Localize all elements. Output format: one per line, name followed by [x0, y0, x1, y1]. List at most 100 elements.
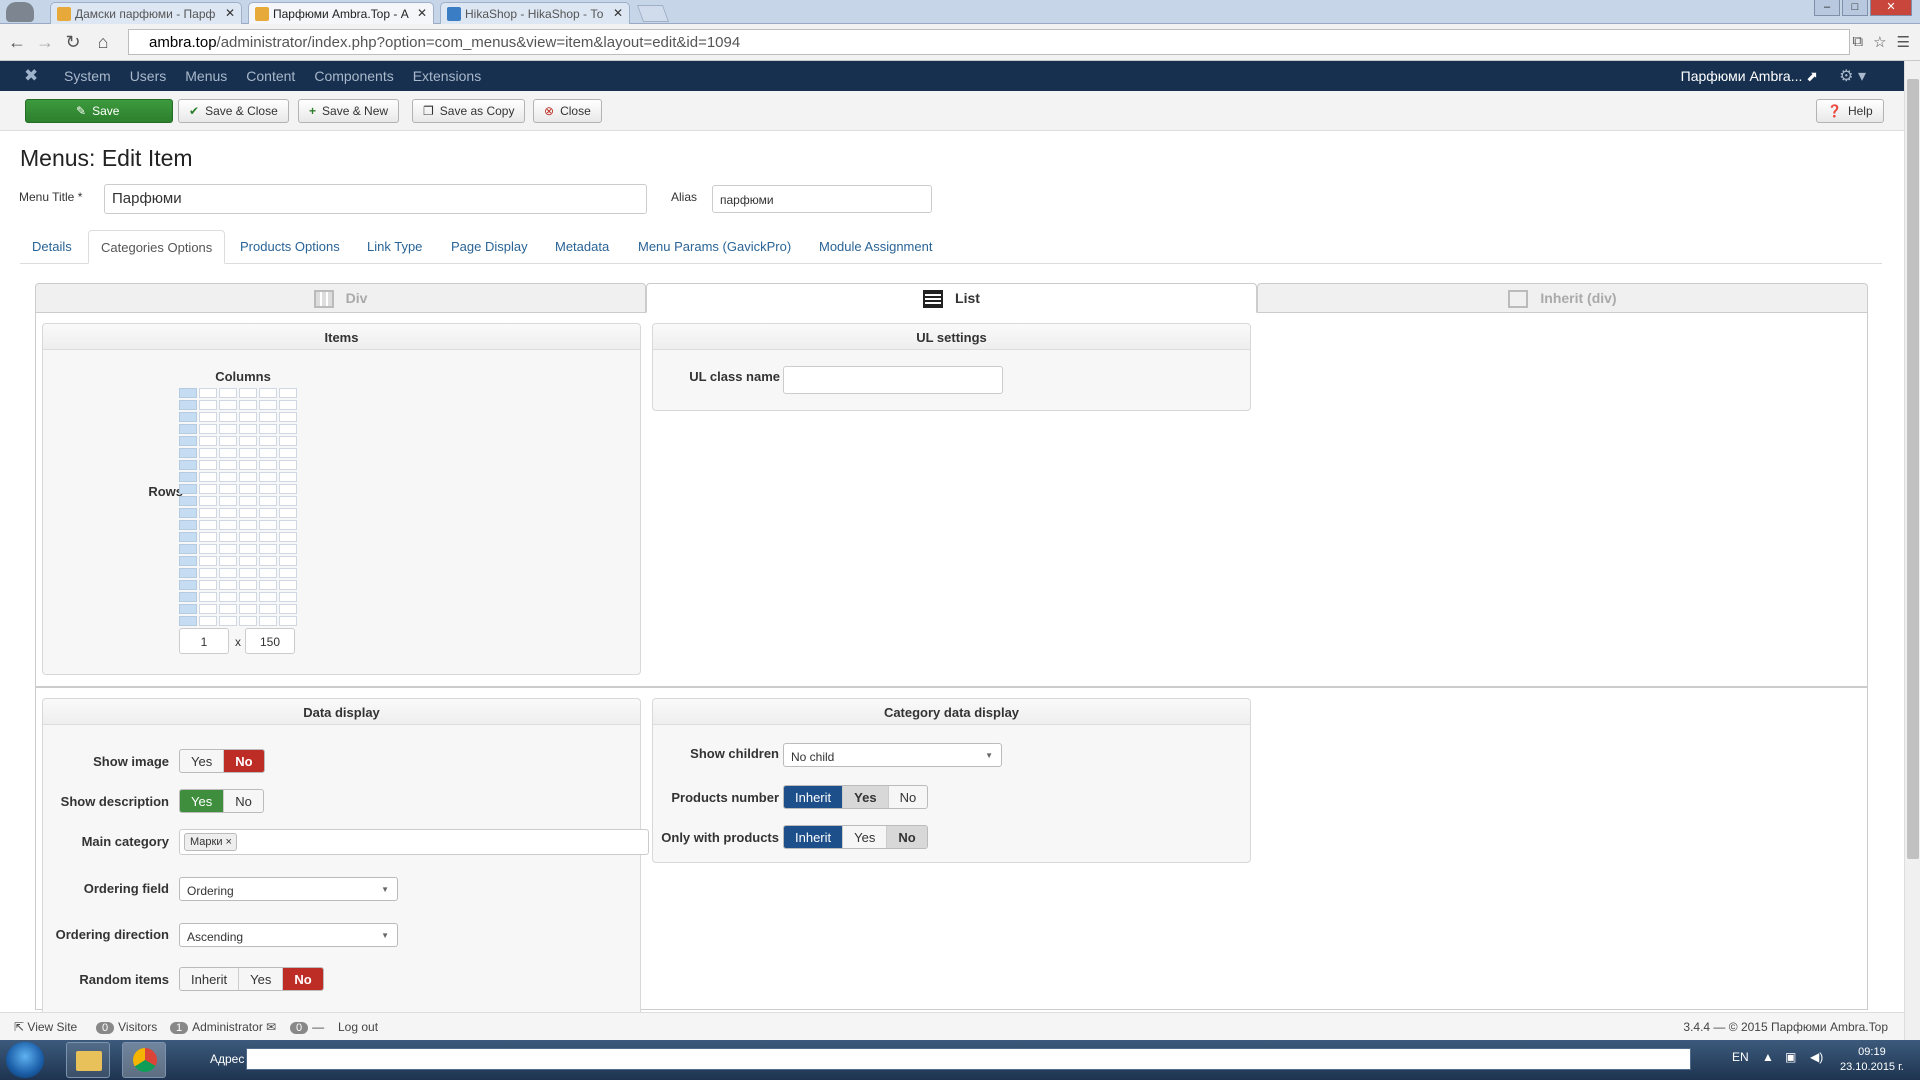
scrollbar-thumb[interactable] — [1907, 79, 1919, 859]
layout-tab-div[interactable]: Div — [35, 283, 646, 313]
translate-icon[interactable]: ⧉ — [1852, 33, 1863, 51]
alias-input[interactable]: парфюми — [712, 185, 932, 213]
grid-cell[interactable] — [199, 472, 217, 482]
grid-cell[interactable] — [259, 460, 277, 470]
grid-cell[interactable] — [179, 412, 197, 422]
grid-cell[interactable] — [219, 580, 237, 590]
grid-cell[interactable] — [279, 556, 297, 566]
grid-cell[interactable] — [259, 544, 277, 554]
random-items-yes[interactable]: Yes — [238, 968, 282, 990]
grid-cell[interactable] — [179, 448, 197, 458]
browser-tab-2[interactable]: Парфюми Ambra.Top - А ✕ — [248, 2, 434, 24]
view-site-link[interactable]: ⇱ View Site — [14, 1020, 77, 1034]
grid-cell[interactable] — [199, 424, 217, 434]
grid-cell[interactable] — [179, 436, 197, 446]
ordering-field-select[interactable]: Ordering ▼ — [179, 877, 398, 901]
grid-cell[interactable] — [279, 604, 297, 614]
grid-cell[interactable] — [239, 556, 257, 566]
random-items-inherit[interactable]: Inherit — [180, 968, 238, 990]
grid-cell[interactable] — [259, 520, 277, 530]
new-tab-button[interactable] — [636, 5, 670, 22]
grid-cell[interactable] — [199, 508, 217, 518]
language-indicator[interactable]: EN — [1732, 1050, 1749, 1064]
grid-cell[interactable] — [239, 436, 257, 446]
grid-cell[interactable] — [259, 592, 277, 602]
grid-cell[interactable] — [259, 472, 277, 482]
grid-cell[interactable] — [199, 544, 217, 554]
grid-cell[interactable] — [179, 544, 197, 554]
chrome-menu-icon[interactable]: ☰ — [1897, 33, 1910, 51]
menu-content[interactable]: Content — [246, 68, 295, 84]
grid-cell[interactable] — [259, 484, 277, 494]
taskbar-address-input[interactable] — [246, 1048, 1691, 1070]
grid-cell[interactable] — [199, 604, 217, 614]
menu-components[interactable]: Components — [314, 68, 393, 84]
grid-cell[interactable] — [199, 496, 217, 506]
grid-cell[interactable] — [179, 460, 197, 470]
grid-cell[interactable] — [219, 424, 237, 434]
grid-cell[interactable] — [219, 556, 237, 566]
page-scrollbar[interactable] — [1904, 61, 1920, 1040]
grid-cell[interactable] — [239, 484, 257, 494]
grid-cell[interactable] — [199, 448, 217, 458]
tab-products-options[interactable]: Products Options — [228, 230, 352, 264]
grid-cell[interactable] — [239, 412, 257, 422]
grid-cell[interactable] — [259, 556, 277, 566]
grid-cell[interactable] — [179, 532, 197, 542]
network-icon[interactable]: ▣ — [1785, 1050, 1796, 1064]
only-with-products-no[interactable]: No — [886, 826, 927, 848]
main-category-input[interactable] — [179, 829, 649, 855]
explorer-folder-icon[interactable] — [66, 1042, 110, 1078]
grid-cell[interactable] — [179, 400, 197, 410]
grid-cell[interactable] — [219, 508, 237, 518]
grid-cell[interactable] — [279, 412, 297, 422]
tray-arrow-icon[interactable]: ▲ — [1762, 1050, 1774, 1064]
grid-cell[interactable] — [259, 568, 277, 578]
grid-cell[interactable] — [219, 460, 237, 470]
url-input[interactable]: ambra.top/administrator/index.php?option… — [128, 29, 1850, 55]
grid-cell[interactable] — [239, 604, 257, 614]
grid-cell[interactable] — [239, 616, 257, 626]
grid-cell[interactable] — [219, 568, 237, 578]
grid-cell[interactable] — [239, 400, 257, 410]
grid-cell[interactable] — [259, 616, 277, 626]
tab-link-type[interactable]: Link Type — [355, 230, 434, 264]
grid-cell[interactable] — [219, 496, 237, 506]
administrator-indicator[interactable]: 1 Administrator ✉ — [170, 1020, 276, 1034]
bookmark-star-icon[interactable]: ☆ — [1873, 33, 1886, 51]
chrome-taskbar-icon[interactable] — [122, 1042, 166, 1078]
grid-cell[interactable] — [279, 580, 297, 590]
site-link[interactable]: Парфюми Ambra... ⬈ — [1681, 68, 1818, 85]
products-number-inherit[interactable]: Inherit — [784, 786, 843, 808]
grid-cell[interactable] — [179, 496, 197, 506]
grid-cell[interactable] — [259, 400, 277, 410]
layout-tab-list[interactable]: List — [646, 283, 1257, 313]
grid-cell[interactable] — [179, 484, 197, 494]
only-with-products-yes[interactable]: Yes — [842, 826, 886, 848]
window-close-icon[interactable]: ✕ — [1870, 0, 1912, 16]
grid-cell[interactable] — [219, 604, 237, 614]
tab-categories-options[interactable]: Categories Options — [88, 230, 226, 264]
grid-cell[interactable] — [199, 568, 217, 578]
windows-start-icon[interactable] — [6, 1042, 44, 1078]
grid-cell[interactable] — [239, 460, 257, 470]
grid-cell[interactable] — [279, 568, 297, 578]
home-icon[interactable]: ⌂ — [92, 32, 114, 53]
grid-cell[interactable] — [279, 544, 297, 554]
show-image-no[interactable]: No — [223, 750, 264, 772]
close-tab-icon[interactable]: ✕ — [417, 6, 427, 20]
random-items-no[interactable]: No — [282, 968, 323, 990]
gear-icon[interactable]: ⚙ ▾ — [1839, 66, 1866, 86]
grid-cell[interactable] — [199, 436, 217, 446]
grid-cell[interactable] — [239, 472, 257, 482]
grid-cell[interactable] — [259, 412, 277, 422]
grid-cell[interactable] — [259, 448, 277, 458]
menu-system[interactable]: System — [64, 68, 111, 84]
grid-cell[interactable] — [239, 592, 257, 602]
grid-cell[interactable] — [179, 424, 197, 434]
grid-cell[interactable] — [279, 484, 297, 494]
show-children-select[interactable]: No child ▼ — [783, 743, 1002, 767]
grid-cell[interactable] — [179, 580, 197, 590]
layout-tab-inherit[interactable]: Inherit (div) — [1257, 283, 1868, 313]
grid-cell[interactable] — [219, 532, 237, 542]
